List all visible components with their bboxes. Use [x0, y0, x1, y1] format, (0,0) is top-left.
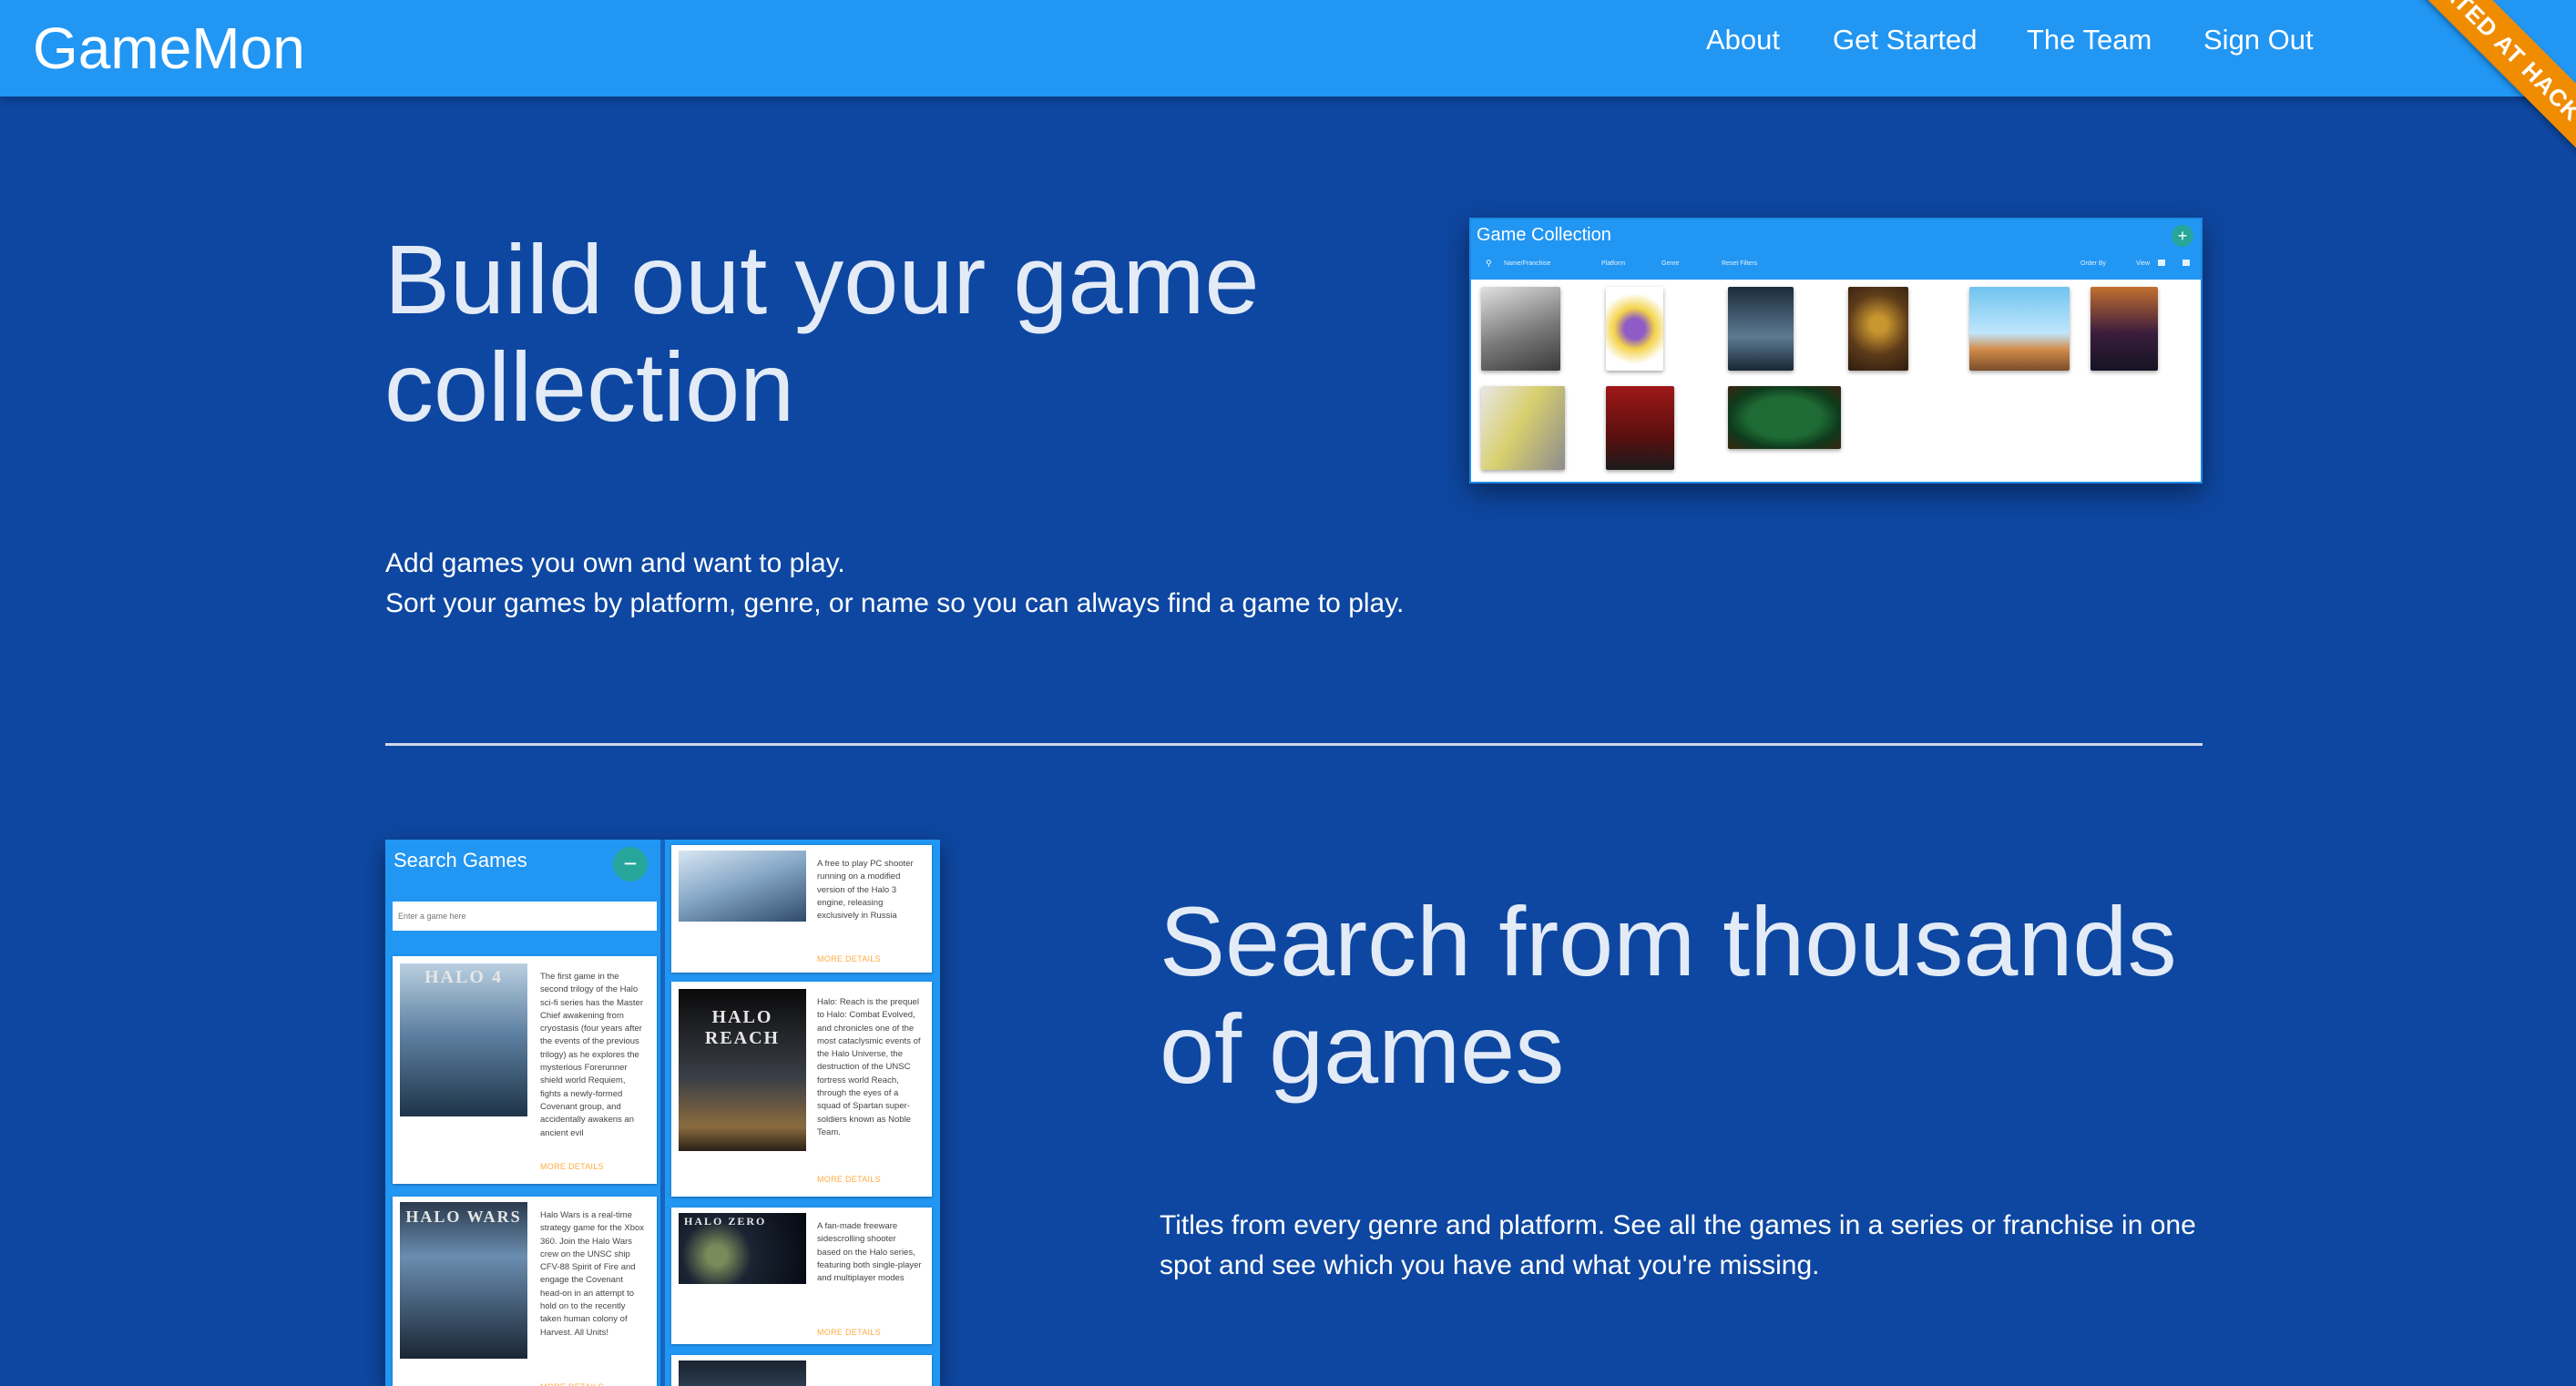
game-description: A free to play PC shooter running on a m… [817, 859, 914, 922]
navbar: GameMon About Get Started The Team Sign … [0, 0, 2576, 97]
game-card-halo-4: HALO 4 The first game in the second tril… [393, 956, 657, 1184]
game-thumbnail-dynasty-warriors [1481, 287, 1560, 371]
game-cover-halo-4: HALO 4 [400, 963, 527, 1116]
game-thumbnail-hearthstone [1848, 287, 1908, 371]
filter-genre: Genre [1661, 260, 1680, 267]
game-thumbnail-maplestory [1969, 287, 2070, 371]
search-games-screenshot: Search Games − HALO 4 The first game in … [385, 840, 940, 1386]
more-details-link[interactable]: MORE DETAILS [817, 954, 881, 963]
game-description: A fan-made freeware sidescrolling shoote… [817, 1221, 922, 1284]
brand-logo[interactable]: GameMon [33, 7, 305, 89]
nav-link-about[interactable]: About [1706, 20, 1780, 60]
ribbon-label[interactable]: CREATED AT HACK REACTOR [2387, 0, 2576, 219]
search-panel-title: Search Games [394, 849, 527, 871]
cover-title: HALO ZERO [684, 1215, 767, 1228]
collection-header: Game Collection + ⚲ Name/Franchise Platf… [1471, 219, 2201, 280]
game-card-halo-wars: HALO WARS Halo Wars is a real-time strat… [393, 1197, 657, 1386]
game-card-halo-reach: HALO REACH Halo: Reach is the prequel to… [671, 982, 932, 1197]
cover-title: HALO 4 [424, 967, 503, 987]
game-collection-screenshot: Game Collection + ⚲ Name/Franchise Platf… [1469, 218, 2203, 484]
filter-platform: Platform [1601, 260, 1626, 267]
game-thumbnail-halo-4 [1728, 287, 1794, 371]
cover-title: HALO REACH [704, 1007, 781, 1048]
more-details-link[interactable]: MORE DETAILS [817, 1328, 881, 1337]
section-desc-collection-line1: Add games you own and want to play. [385, 548, 845, 578]
nav-link-the-team[interactable]: The Team [2027, 20, 2152, 60]
view-label: View [2136, 260, 2151, 267]
game-cover-halo-reach: HALO REACH [679, 989, 806, 1151]
order-by-label: Order By [2080, 260, 2107, 267]
game-thumbnail-metroid [2090, 287, 2158, 371]
game-description: Halo: Reach is the prequel to Halo: Comb… [817, 997, 921, 1137]
collection-title: Game Collection [1477, 225, 1611, 245]
more-details-link[interactable]: MORE DETAILS [540, 1382, 604, 1386]
game-cover-halo-wars: HALO WARS [400, 1202, 527, 1359]
filter-reset: Reset Filters [1722, 260, 1758, 267]
grid-view-icon [2158, 260, 2165, 266]
game-card-partial [671, 1355, 932, 1386]
game-description: The first game in the second trilogy of … [540, 972, 643, 1138]
more-details-link[interactable]: MORE DETAILS [817, 1175, 881, 1184]
section-title-search: Search from thousands of games [1160, 886, 2177, 1104]
game-card-halo-zero: HALO ZERO A fan-made freeware sidescroll… [671, 1208, 932, 1344]
game-thumbnail-pool-game [1728, 386, 1841, 449]
plus-icon: + [2172, 225, 2193, 247]
more-details-link[interactable]: MORE DETAILS [540, 1162, 604, 1171]
corner-ribbon: CREATED AT HACK REACTOR [2357, 0, 2576, 219]
game-thumbnail-red-dead-redemption [1606, 386, 1674, 470]
section-title-collection: Build out your game collection [384, 224, 1260, 442]
section-desc-collection-line2: Sort your games by platform, genre, or n… [385, 588, 1405, 618]
nav-link-get-started[interactable]: Get Started [1833, 20, 1978, 60]
game-thumbnail-spyro [1606, 287, 1663, 371]
column-separator [660, 840, 665, 1386]
game-card-halo-online: A free to play PC shooter running on a m… [671, 845, 932, 973]
game-cover-halo-online [679, 851, 806, 922]
collection-search-placeholder: Name/Franchise [1504, 260, 1551, 267]
game-description: Halo Wars is a real-time strategy game f… [540, 1210, 645, 1338]
nav-link-sign-out[interactable]: Sign Out [2203, 20, 2314, 60]
section-desc-search: Titles from every genre and platform. Se… [1160, 1210, 2196, 1280]
game-thumbnail-pokemon-silver [1481, 386, 1565, 470]
cover-title: HALO WARS [405, 1208, 522, 1226]
minus-icon: − [613, 847, 648, 882]
section-divider [385, 743, 2203, 746]
game-cover-halo-zero: HALO ZERO [679, 1213, 806, 1284]
search-games-input [393, 902, 657, 931]
game-cover-partial [679, 1361, 806, 1386]
search-icon: ⚲ [1486, 259, 1492, 268]
list-view-icon [2182, 260, 2190, 266]
